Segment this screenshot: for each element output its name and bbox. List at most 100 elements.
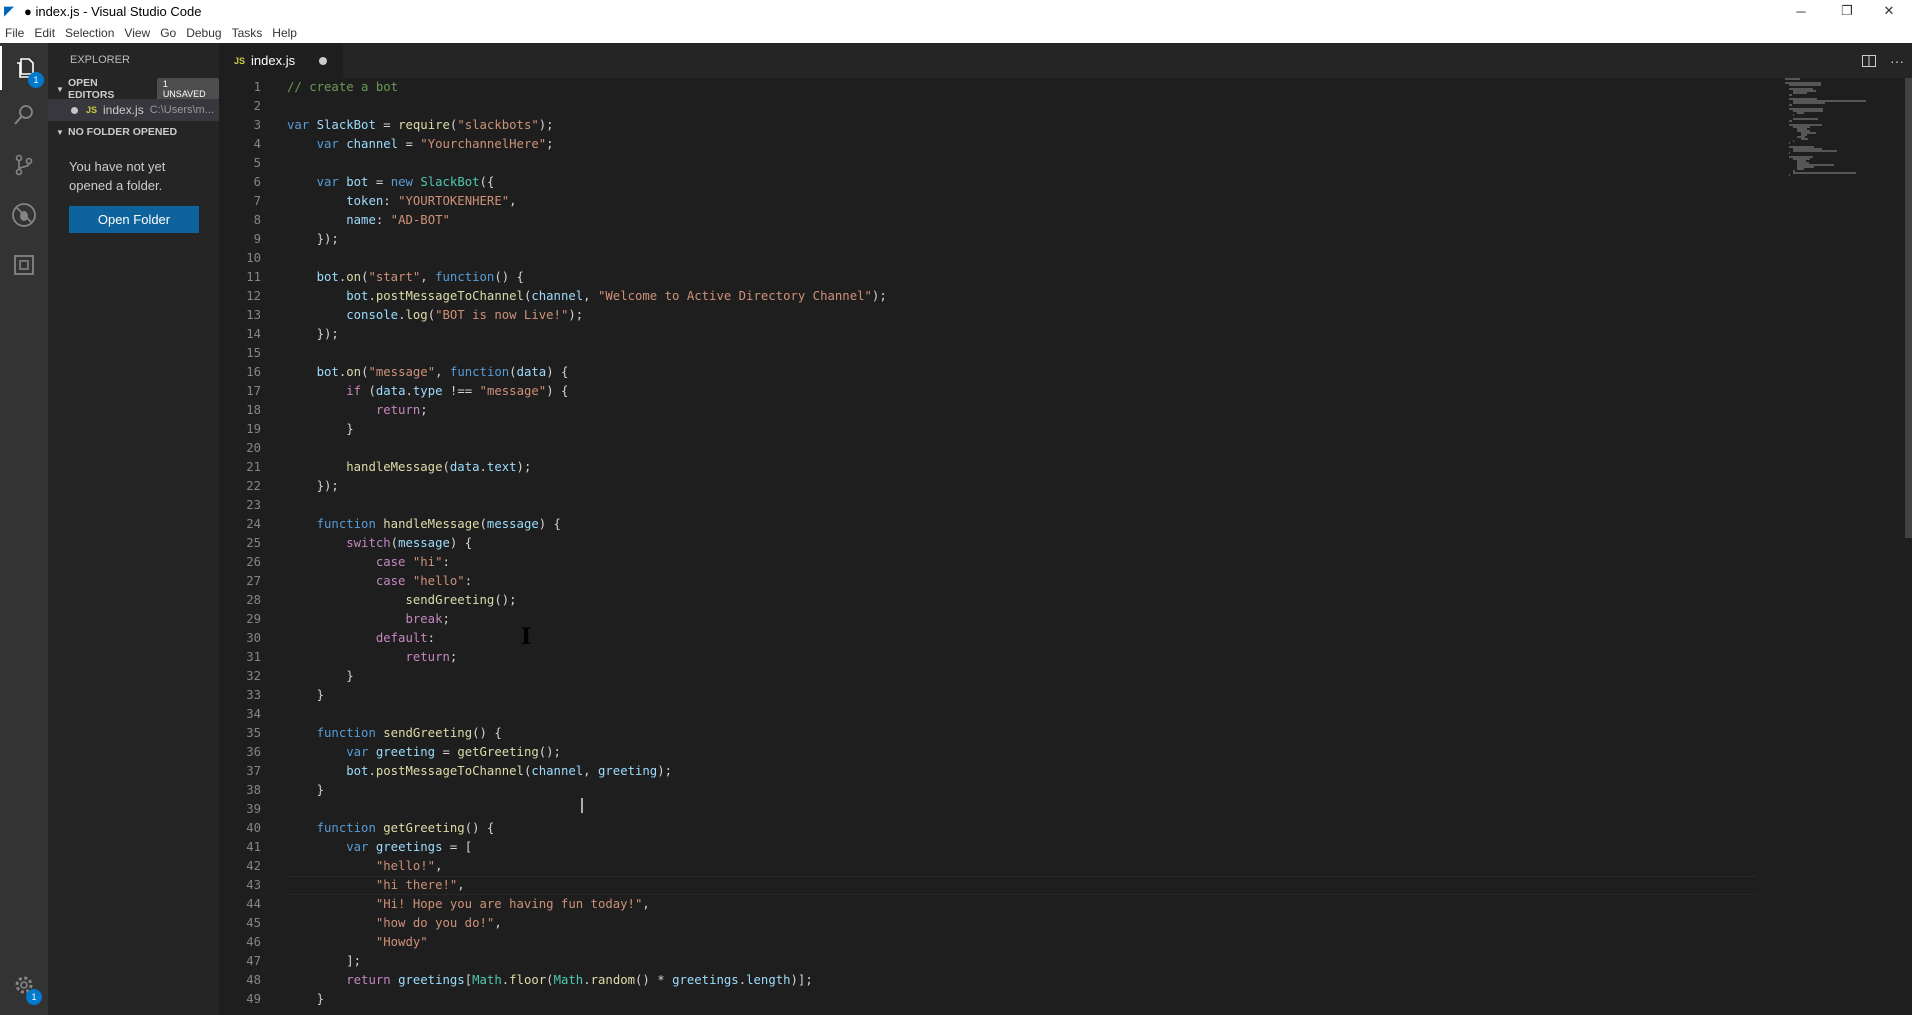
- line-number: 17: [246, 384, 261, 398]
- line-text[interactable]: handleMessage(data.text);: [287, 458, 531, 477]
- line-number: 37: [246, 764, 261, 778]
- line-text[interactable]: name: "AD-BOT": [287, 211, 450, 230]
- line-text[interactable]: // create a bot: [287, 78, 398, 97]
- line-text[interactable]: var greeting = getGreeting();: [287, 743, 561, 762]
- line-text[interactable]: break;: [287, 610, 449, 629]
- search-icon[interactable]: [0, 93, 48, 137]
- line-number: 18: [246, 403, 261, 417]
- line-text[interactable]: });: [287, 325, 339, 344]
- minimap[interactable]: [1785, 78, 1905, 188]
- minimap-line: [1801, 138, 1808, 140]
- tab-index-js[interactable]: JS index.js: [219, 43, 343, 78]
- code-editor[interactable]: 1// create a bot 2 3 var SlackBot = require…: [219, 78, 1912, 1015]
- line-text[interactable]: "Hi! Hope you are having fun today!",: [287, 895, 650, 914]
- line-text[interactable]: switch(message) {: [287, 534, 472, 553]
- extensions-icon[interactable]: [0, 243, 48, 287]
- line-text[interactable]: }: [287, 686, 324, 705]
- line-text[interactable]: var bot = new SlackBot({: [287, 173, 495, 192]
- line-number: 27: [246, 574, 261, 588]
- line-text[interactable]: "hello!",: [287, 857, 443, 876]
- menu-tasks[interactable]: Tasks: [227, 26, 268, 40]
- line-text[interactable]: }: [287, 667, 353, 686]
- line-number: 42: [246, 859, 261, 873]
- line-text[interactable]: return greetings[Math.floor(Math.random(…: [287, 971, 813, 990]
- line-text[interactable]: function getGreeting() {: [287, 819, 495, 838]
- minimize-button[interactable]: ─: [1778, 0, 1824, 22]
- line-text[interactable]: return;: [287, 401, 428, 420]
- editor-tab-bar: JS index.js ···: [219, 43, 1912, 78]
- minimap-line: [1785, 78, 1800, 80]
- line-text[interactable]: }: [287, 990, 324, 1009]
- maximize-button[interactable]: ❐: [1824, 0, 1870, 22]
- line-number: 31: [246, 650, 261, 664]
- menu-go[interactable]: Go: [155, 26, 181, 40]
- line-number: 44: [246, 897, 261, 911]
- no-folder-header[interactable]: ▼ NO FOLDER OPENED: [48, 122, 219, 142]
- line-text[interactable]: }: [287, 781, 324, 800]
- source-control-icon[interactable]: [0, 143, 48, 187]
- menu-file[interactable]: File: [0, 26, 29, 40]
- line-text[interactable]: var greetings = [: [287, 838, 472, 857]
- open-folder-button[interactable]: Open Folder: [69, 206, 199, 233]
- line-number: 28: [246, 593, 261, 607]
- line-number: 21: [246, 460, 261, 474]
- line-text[interactable]: if (data.type !== "message") {: [287, 382, 568, 401]
- line-text[interactable]: sendGreeting();: [287, 591, 516, 610]
- menu-debug[interactable]: Debug: [181, 26, 226, 40]
- menu-help[interactable]: Help: [267, 26, 302, 40]
- menu-selection[interactable]: Selection: [60, 26, 119, 40]
- line-text[interactable]: bot.on("start", function() {: [287, 268, 524, 287]
- open-editors-header[interactable]: ▼ OPEN EDITORS 1 UNSAVED: [48, 77, 219, 101]
- line-number: 20: [246, 441, 261, 455]
- line-text[interactable]: function sendGreeting() {: [287, 724, 502, 743]
- split-editor-icon[interactable]: [1855, 43, 1883, 78]
- menu-edit[interactable]: Edit: [29, 26, 60, 40]
- line-text[interactable]: "Howdy": [287, 933, 428, 952]
- files-icon[interactable]: 1: [0, 46, 48, 90]
- current-line-highlight: [287, 876, 1757, 895]
- line-number: 34: [246, 707, 261, 721]
- line-number: 24: [246, 517, 261, 531]
- line-text[interactable]: ];: [287, 952, 361, 971]
- line-number: 5: [253, 156, 261, 170]
- minimap-line: [1793, 172, 1856, 174]
- line-text[interactable]: var channel = "YourchannelHere";: [287, 135, 554, 154]
- line-text[interactable]: console.log("BOT is now Live!");: [287, 306, 583, 325]
- line-number: 41: [246, 840, 261, 854]
- line-text[interactable]: case "hello":: [287, 572, 472, 591]
- line-text[interactable]: "how do you do!",: [287, 914, 502, 933]
- line-text[interactable]: }: [287, 420, 353, 439]
- line-text[interactable]: "hi there!",: [287, 876, 465, 895]
- line-number: 12: [246, 289, 261, 303]
- line-text[interactable]: function handleMessage(message) {: [287, 515, 561, 534]
- line-text[interactable]: bot.on("message", function(data) {: [287, 363, 569, 382]
- line-text[interactable]: bot.postMessageToChannel(channel, greeti…: [287, 762, 672, 781]
- line-text[interactable]: default:: [287, 629, 435, 648]
- line-text[interactable]: });: [287, 477, 339, 496]
- more-actions-icon[interactable]: ···: [1883, 43, 1911, 78]
- line-text[interactable]: return;: [287, 648, 457, 667]
- close-button[interactable]: ✕: [1866, 0, 1912, 22]
- minimap-line: [1793, 114, 1794, 116]
- settings-gear-icon[interactable]: 1: [0, 963, 48, 1007]
- line-number: 14: [246, 327, 261, 341]
- menu-view[interactable]: View: [119, 26, 155, 40]
- line-number: 4: [253, 137, 261, 151]
- line-text[interactable]: });: [287, 230, 339, 249]
- window-title: ● index.js - Visual Studio Code: [24, 3, 202, 19]
- line-number: 23: [246, 498, 261, 512]
- line-text[interactable]: bot.postMessageToChannel(channel, "Welco…: [287, 287, 887, 306]
- minimap-line: [1789, 104, 1792, 106]
- js-file-icon: JS: [86, 105, 98, 115]
- scrollbar-thumb[interactable]: [1905, 78, 1912, 538]
- open-editor-item[interactable]: JS index.js C:\Users\m...: [48, 99, 219, 121]
- line-text[interactable]: case "hi":: [287, 553, 450, 572]
- minimap-line: [1793, 118, 1818, 120]
- debug-icon[interactable]: [0, 193, 48, 237]
- unsaved-dot-icon[interactable]: [319, 57, 327, 65]
- minimap-line: [1797, 112, 1804, 114]
- tab-label: index.js: [251, 53, 296, 68]
- activity-bar: 1 1: [0, 43, 48, 1015]
- line-text[interactable]: token: "YOURTOKENHERE",: [287, 192, 516, 211]
- line-text[interactable]: var SlackBot = require("slackbots");: [287, 116, 554, 135]
